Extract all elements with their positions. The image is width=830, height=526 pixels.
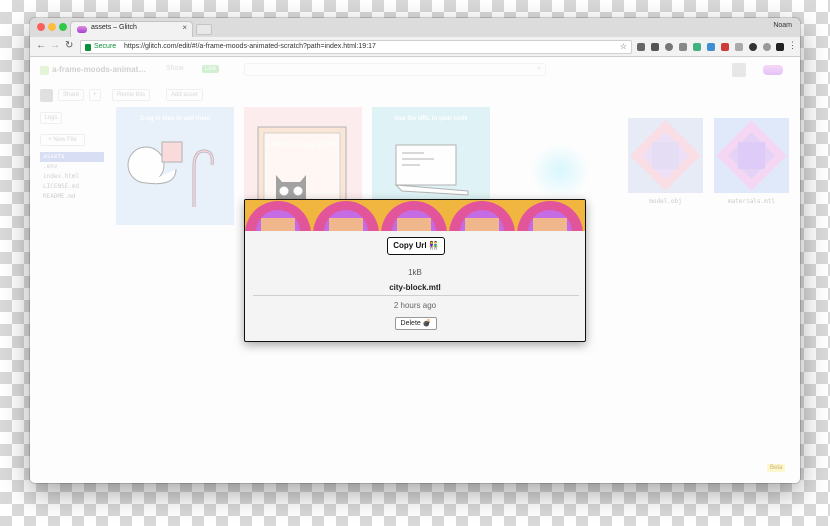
bookmark-star-icon[interactable]: ☆ [620,42,627,51]
owner-avatar[interactable] [40,89,53,102]
glow-asset-thumbnail[interactable] [530,143,590,198]
file-item-index[interactable]: index.html [40,172,104,182]
download-icon[interactable] [679,43,687,51]
show-button[interactable]: Show [166,65,184,72]
add-collaborator-button[interactable]: + [89,89,101,101]
extension-icon[interactable] [749,43,757,51]
tab-close-icon[interactable]: × [182,23,187,32]
divider [253,295,579,296]
title-bar: assets – Glitch × Noam [30,18,800,37]
new-tab-button[interactable] [196,24,212,35]
user-avatar[interactable] [732,63,746,77]
flamingo-illustration-icon [127,141,214,207]
lock-icon [85,44,91,51]
address-bar[interactable]: Secure https://glitch.com/edit/#!/a-fram… [80,40,632,54]
add-asset-button[interactable]: Add asset [166,89,203,101]
help-card-drag: Drag in files to add them [116,107,234,225]
extension-icon[interactable] [637,43,645,51]
live-badge: Live [202,65,220,73]
secure-label: Secure [94,43,117,50]
logs-button[interactable]: Logs [40,112,62,124]
block-shape [397,218,431,231]
reload-button[interactable]: ↻ [65,41,73,51]
extension-icon[interactable] [763,43,771,51]
extension-icon[interactable] [721,43,729,51]
extension-icon[interactable] [735,43,743,51]
browser-tab[interactable]: assets – Glitch × [70,21,193,37]
asset-details-popup: Copy Url 👫 1kB city-block.mtl 2 hours ag… [244,199,586,342]
project-actions: Share + Remix this Add asset [40,89,240,105]
asset-name: materials.mtl [728,198,775,205]
file-item-license[interactable]: LICENSE.md [40,182,104,192]
glitch-logo-icon[interactable] [763,65,783,75]
asset-filename: city-block.mtl [389,283,441,292]
new-file-button[interactable]: + New File [40,134,85,146]
info-icon[interactable] [665,43,673,51]
block-shape [533,218,567,231]
forward-button[interactable]: → [50,41,60,51]
vue-devtools-icon[interactable] [693,43,701,51]
project-name[interactable]: a-frame-moods-animat… [52,65,146,74]
browser-window: assets – Glitch × Noam ← → ↻ Secure http… [30,18,800,483]
font-extension-icon[interactable] [776,43,784,51]
search-icon: ⌕ [537,65,541,72]
asset-size: 1kB [408,268,422,277]
tab-title: assets – Glitch [91,24,137,31]
close-window-button[interactable] [37,23,45,31]
help-card-title: Click me to copy my URL [266,142,340,148]
profile-name[interactable]: Noam [773,22,792,29]
back-button[interactable]: ← [36,41,46,51]
pocket-icon[interactable] [651,43,659,51]
delete-asset-button[interactable]: Delete 💣 [395,317,437,330]
project-avatar-icon [40,66,49,75]
block-shape [329,218,363,231]
extension-icon[interactable] [707,43,715,51]
model-obj-thumbnail[interactable] [628,118,703,193]
asset-name: model.obj [649,198,682,205]
search-input[interactable]: ⌕ [244,63,546,76]
remix-button[interactable]: Remix this [112,89,151,101]
asset-timestamp: 2 hours ago [393,301,437,310]
copy-url-button[interactable]: Copy Url 👫 [387,237,445,255]
share-button[interactable]: Share [58,89,85,101]
file-item-env[interactable]: .env [40,162,104,172]
browser-toolbar: ← → ↻ Secure https://glitch.com/edit/#!/… [30,37,800,57]
url-text[interactable]: https://glitch.com/edit/#!/a-frame-moods… [124,43,376,50]
materials-mtl-thumbnail[interactable] [714,118,789,193]
block-shape [465,218,499,231]
beta-badge: Beta [767,464,786,472]
zoom-window-button[interactable] [59,23,67,31]
browser-menu-icon[interactable]: ⋮ [788,40,797,51]
block-shape [261,218,295,231]
file-item-assets[interactable]: assets [40,152,104,162]
minimize-window-button[interactable] [48,23,56,31]
file-item-readme[interactable]: README.md [40,192,104,202]
editor-header: a-frame-moods-animat… Show Live ⌕ [30,58,800,84]
glitch-favicon-icon [77,26,87,33]
asset-preview-image [245,200,585,231]
